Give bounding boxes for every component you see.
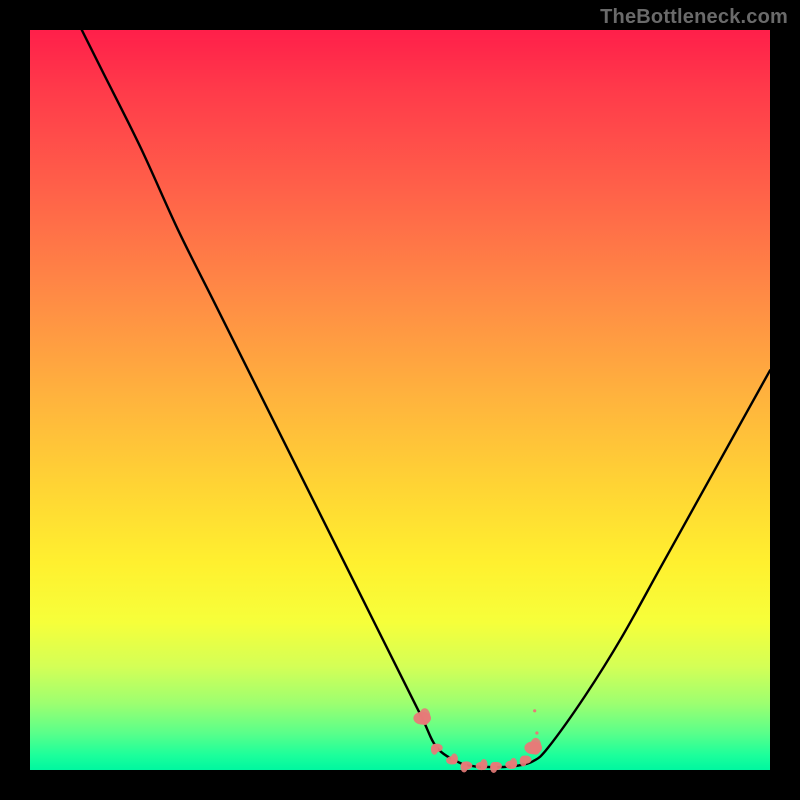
curve-layer xyxy=(30,30,770,770)
gradient-plot-area xyxy=(30,30,770,770)
chart-stage: TheBottleneck.com xyxy=(0,0,800,800)
bottleneck-curve xyxy=(82,30,770,767)
watermark-text: TheBottleneck.com xyxy=(600,6,788,29)
